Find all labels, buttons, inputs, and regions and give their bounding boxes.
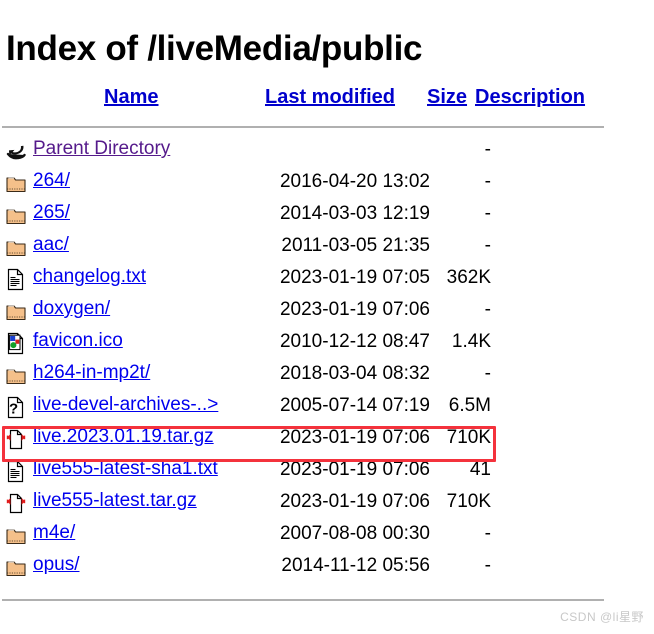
size-value: 710K	[446, 427, 491, 448]
size-value: 1.4K	[451, 331, 491, 352]
table-row[interactable]: live555-latest.tar.gz 2023-01-19 07:06 710…	[0, 488, 654, 520]
table-row[interactable]: doxygen/2023-01-19 07:06-	[0, 296, 654, 328]
size-value: -	[484, 555, 491, 576]
column-header-row: Name Last modified Size Description	[0, 86, 654, 112]
table-row[interactable]: Parent Directory -	[0, 136, 654, 168]
table-row[interactable]: changelog.txt 2023-01-19 07:05 362K	[0, 264, 654, 296]
table-row[interactable]: aac/2011-03-05 21:35-	[0, 232, 654, 264]
table-row[interactable]: 265/2014-03-03 12:19-	[0, 200, 654, 232]
size-value: -	[484, 363, 491, 384]
size-value: 710K	[446, 491, 491, 512]
size-value: 362K	[446, 267, 491, 288]
table-row[interactable]: 264/2016-04-20 13:02-	[0, 168, 654, 200]
table-row[interactable]: live555-latest-sha1.txt 2023-01-19 07:06 4…	[0, 456, 654, 488]
size-value: 41	[469, 459, 491, 480]
size-value: -	[484, 523, 491, 544]
header-divider	[2, 126, 604, 128]
column-header-name[interactable]: Name	[104, 86, 158, 109]
table-row[interactable]: live.2023.01.19.tar.gz 2023-01-19 07:06 71…	[0, 424, 654, 456]
table-row[interactable]: m4e/2007-08-08 00:30-	[0, 520, 654, 552]
table-row[interactable]: h264-in-mp2t/2018-03-04 08:32-	[0, 360, 654, 392]
column-header-size[interactable]: Size	[427, 86, 467, 109]
column-header-description[interactable]: Description	[475, 86, 585, 109]
size-value: -	[484, 203, 491, 224]
size-value: 6.5M	[448, 395, 491, 416]
size-value: -	[484, 139, 491, 160]
page-title: Index of /liveMedia/public	[6, 29, 423, 69]
watermark: CSDN @li星野	[560, 610, 644, 624]
column-header-last-modified[interactable]: Last modified	[265, 86, 395, 109]
footer-divider	[2, 599, 604, 601]
table-row[interactable]: favicon.ico 2010-12-12 08:47 1.4K	[0, 328, 654, 360]
directory-listing: Parent Directory -264/2016-04-20 13:02-26…	[0, 136, 654, 584]
size-value: -	[484, 235, 491, 256]
size-value: -	[484, 171, 491, 192]
size-value: -	[484, 299, 491, 320]
table-row[interactable]: opus/2014-11-12 05:56-	[0, 552, 654, 584]
table-row[interactable]: ? live-devel-archives-..> 2005-07-14 07:19…	[0, 392, 654, 424]
